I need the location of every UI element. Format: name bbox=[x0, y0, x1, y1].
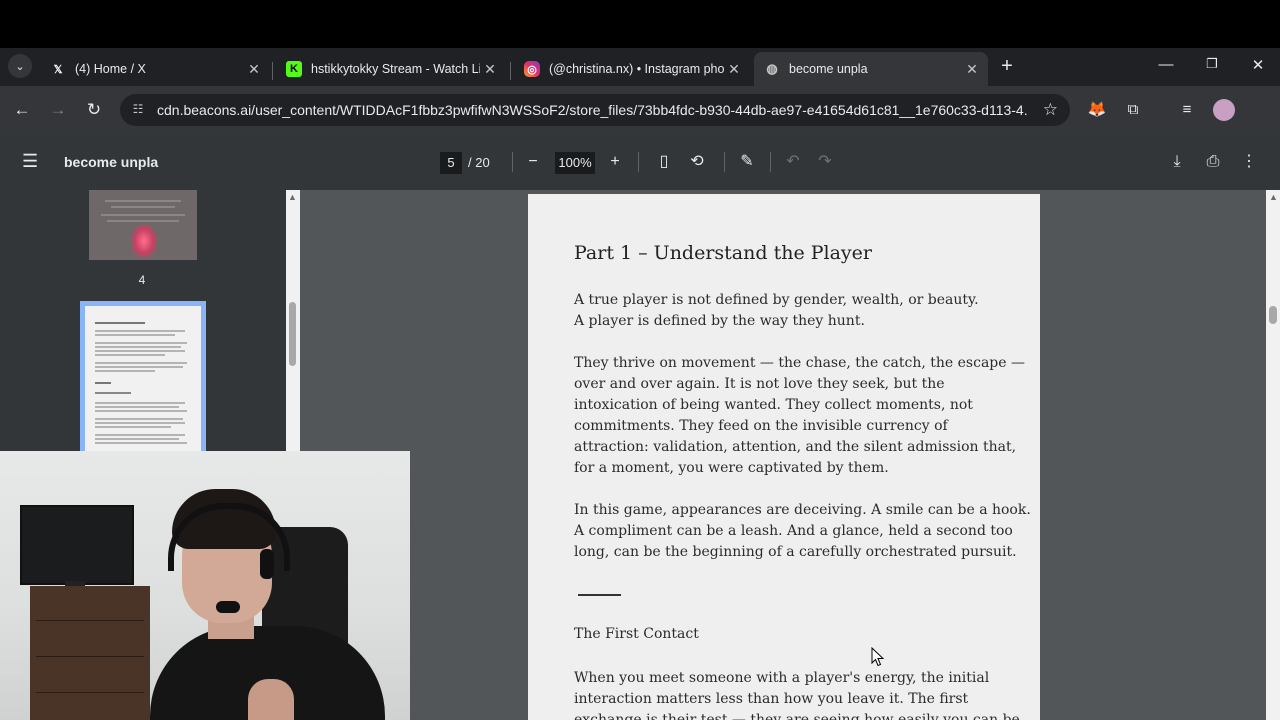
text-line: A true player is not defined by gender, … bbox=[574, 292, 979, 308]
url-text[interactable]: cdn.beacons.ai/user_content/WTIDDAcF1fbb… bbox=[157, 102, 1027, 118]
profile-avatar[interactable] bbox=[1213, 99, 1235, 121]
microphone-icon bbox=[216, 601, 240, 613]
text-line: exchange is their test — they are seeing… bbox=[574, 712, 1020, 720]
page-thumbnail-4[interactable] bbox=[89, 190, 197, 260]
scroll-up-arrow-icon[interactable]: ▲ bbox=[288, 192, 297, 202]
zoom-out-icon[interactable]: − bbox=[522, 150, 544, 174]
paragraph-4: When you meet someone with a player's en… bbox=[574, 668, 1020, 720]
text-line: for a moment, you were captivated by the… bbox=[574, 460, 889, 476]
page-number-input[interactable]: 5 bbox=[440, 152, 462, 174]
paragraph-2: They thrive on movement — the chase, the… bbox=[574, 353, 1025, 479]
x-logo-icon: 𝕏 bbox=[53, 63, 63, 76]
document-title: become unpla bbox=[64, 154, 159, 170]
new-tab-button[interactable]: + bbox=[996, 56, 1018, 78]
undo-icon[interactable]: ↶ bbox=[782, 150, 804, 174]
site-info-icon[interactable]: ☷ bbox=[130, 102, 146, 118]
instagram-logo-icon: ◎ bbox=[524, 61, 540, 77]
tab-title: (4) Home / X bbox=[75, 62, 146, 76]
text-line: They thrive on movement — the chase, the… bbox=[574, 355, 1025, 371]
kick-logo-icon: K bbox=[286, 61, 302, 77]
section-divider bbox=[578, 594, 621, 596]
pdf-page: Part 1 – Understand the Player A true pl… bbox=[528, 194, 1040, 720]
address-bar[interactable]: ☷ cdn.beacons.ai/user_content/WTIDDAcF1f… bbox=[120, 94, 1070, 126]
tab-title: hstikkytokky Stream - Watch Live bbox=[311, 62, 480, 76]
reload-icon[interactable]: ↻ bbox=[82, 98, 106, 122]
scroll-up-arrow-icon[interactable]: ▲ bbox=[1269, 192, 1278, 202]
thumbnail-page-label: 4 bbox=[138, 273, 146, 287]
page-total: / 20 bbox=[468, 155, 490, 170]
text-line: When you meet someone with a player's en… bbox=[574, 670, 990, 686]
main-scrollbar-thumb[interactable] bbox=[1269, 306, 1277, 324]
tab-search-button[interactable]: ⌄ bbox=[8, 54, 32, 78]
print-icon[interactable]: ⎙ bbox=[1202, 150, 1224, 174]
back-icon[interactable]: ← bbox=[10, 98, 34, 122]
toolbar-divider bbox=[770, 152, 771, 172]
mouse-cursor-icon bbox=[871, 647, 885, 667]
zoom-input[interactable]: 100% bbox=[555, 152, 595, 174]
dresser bbox=[30, 586, 150, 720]
close-tab-icon[interactable]: ✕ bbox=[962, 61, 982, 78]
forward-icon[interactable]: → bbox=[46, 98, 70, 122]
extensions-puzzle-icon[interactable]: ⧉ bbox=[1121, 98, 1145, 122]
download-icon[interactable]: ⤓ bbox=[1166, 150, 1188, 174]
streamer-hand bbox=[248, 679, 294, 720]
rotate-icon[interactable]: ⟲ bbox=[686, 150, 708, 174]
metamask-fox-icon[interactable]: 🦊 bbox=[1085, 98, 1109, 122]
page-heading: Part 1 – Understand the Player bbox=[574, 242, 872, 264]
restore-icon[interactable]: ❐ bbox=[1200, 56, 1224, 78]
annotate-pen-icon[interactable]: ✎ bbox=[736, 150, 758, 174]
globe-icon: ◍ bbox=[766, 61, 778, 76]
tab-divider bbox=[510, 62, 511, 80]
text-line: In this game, appearances are deceiving.… bbox=[574, 502, 1031, 518]
window-close-icon[interactable]: ✕ bbox=[1246, 56, 1270, 78]
sidebar-scrollbar-thumb[interactable] bbox=[289, 302, 296, 366]
close-tab-icon[interactable]: ✕ bbox=[480, 61, 500, 78]
paragraph-3: In this game, appearances are deceiving.… bbox=[574, 500, 1031, 563]
text-line: commitments. They feed on the invisible … bbox=[574, 418, 948, 434]
text-line: A player is defined by the way they hunt… bbox=[574, 313, 865, 329]
toolbar-divider bbox=[724, 152, 725, 172]
tab-become-unpla[interactable]: ◍ become unpla ✕ bbox=[754, 52, 988, 86]
tab-instagram[interactable]: ◎ (@christina.nx) • Instagram photos ✕ bbox=[514, 52, 750, 86]
section-subheading: The First Contact bbox=[574, 626, 699, 642]
zoom-in-icon[interactable]: + bbox=[604, 150, 626, 174]
toolbar-divider bbox=[638, 152, 639, 172]
close-tab-icon[interactable]: ✕ bbox=[724, 61, 744, 78]
text-line: long, can be the beginning of a carefull… bbox=[574, 544, 1017, 560]
tab-strip: ⌄ 𝕏 (4) Home / X ✕ K hstikkytokky Stream… bbox=[0, 48, 1280, 86]
media-queue-icon[interactable]: ≡ bbox=[1175, 98, 1199, 122]
close-tab-icon[interactable]: ✕ bbox=[244, 61, 264, 78]
text-line: A compliment can be a leash. And a glanc… bbox=[574, 523, 1013, 539]
text-line: interaction matters less than how you le… bbox=[574, 691, 969, 707]
tab-kick-stream[interactable]: K hstikkytokky Stream - Watch Live ✕ bbox=[276, 52, 506, 86]
more-options-icon[interactable]: ⋮ bbox=[1238, 150, 1260, 174]
text-line: attraction: validation, attention, and t… bbox=[574, 439, 1017, 455]
tab-title: become unpla bbox=[789, 62, 868, 76]
page-thumbnail-5[interactable] bbox=[85, 306, 201, 453]
text-line: over and over again. It is not love they… bbox=[574, 376, 945, 392]
redo-icon[interactable]: ↷ bbox=[814, 150, 836, 174]
menu-icon[interactable]: ☰ bbox=[22, 151, 38, 172]
main-scrollbar[interactable]: ▲ bbox=[1266, 190, 1280, 720]
tab-title: (@christina.nx) • Instagram photos bbox=[549, 62, 724, 76]
browser-toolbar: ← → ↻ ☷ cdn.beacons.ai/user_content/WTID… bbox=[0, 86, 1280, 134]
tv-in-background bbox=[20, 505, 134, 585]
toolbar-divider bbox=[512, 152, 513, 172]
headset-earcup bbox=[260, 549, 274, 579]
paragraph-1: A true player is not defined by gender, … bbox=[574, 290, 1004, 332]
webcam-overlay bbox=[0, 451, 410, 720]
thumbnail-image bbox=[131, 224, 157, 258]
tab-x-home[interactable]: 𝕏 (4) Home / X ✕ bbox=[40, 52, 270, 86]
bookmark-star-icon[interactable]: ☆ bbox=[1043, 100, 1058, 120]
minimize-icon[interactable]: — bbox=[1154, 56, 1178, 78]
pdf-toolbar: ☰ become unpla 5 / 20 − 100% + ▯ ⟲ ✎ ↶ ↷… bbox=[0, 134, 1280, 190]
fit-page-icon[interactable]: ▯ bbox=[653, 150, 675, 174]
tab-divider bbox=[272, 62, 273, 80]
text-line: intoxication of being wanted. They colle… bbox=[574, 397, 973, 413]
